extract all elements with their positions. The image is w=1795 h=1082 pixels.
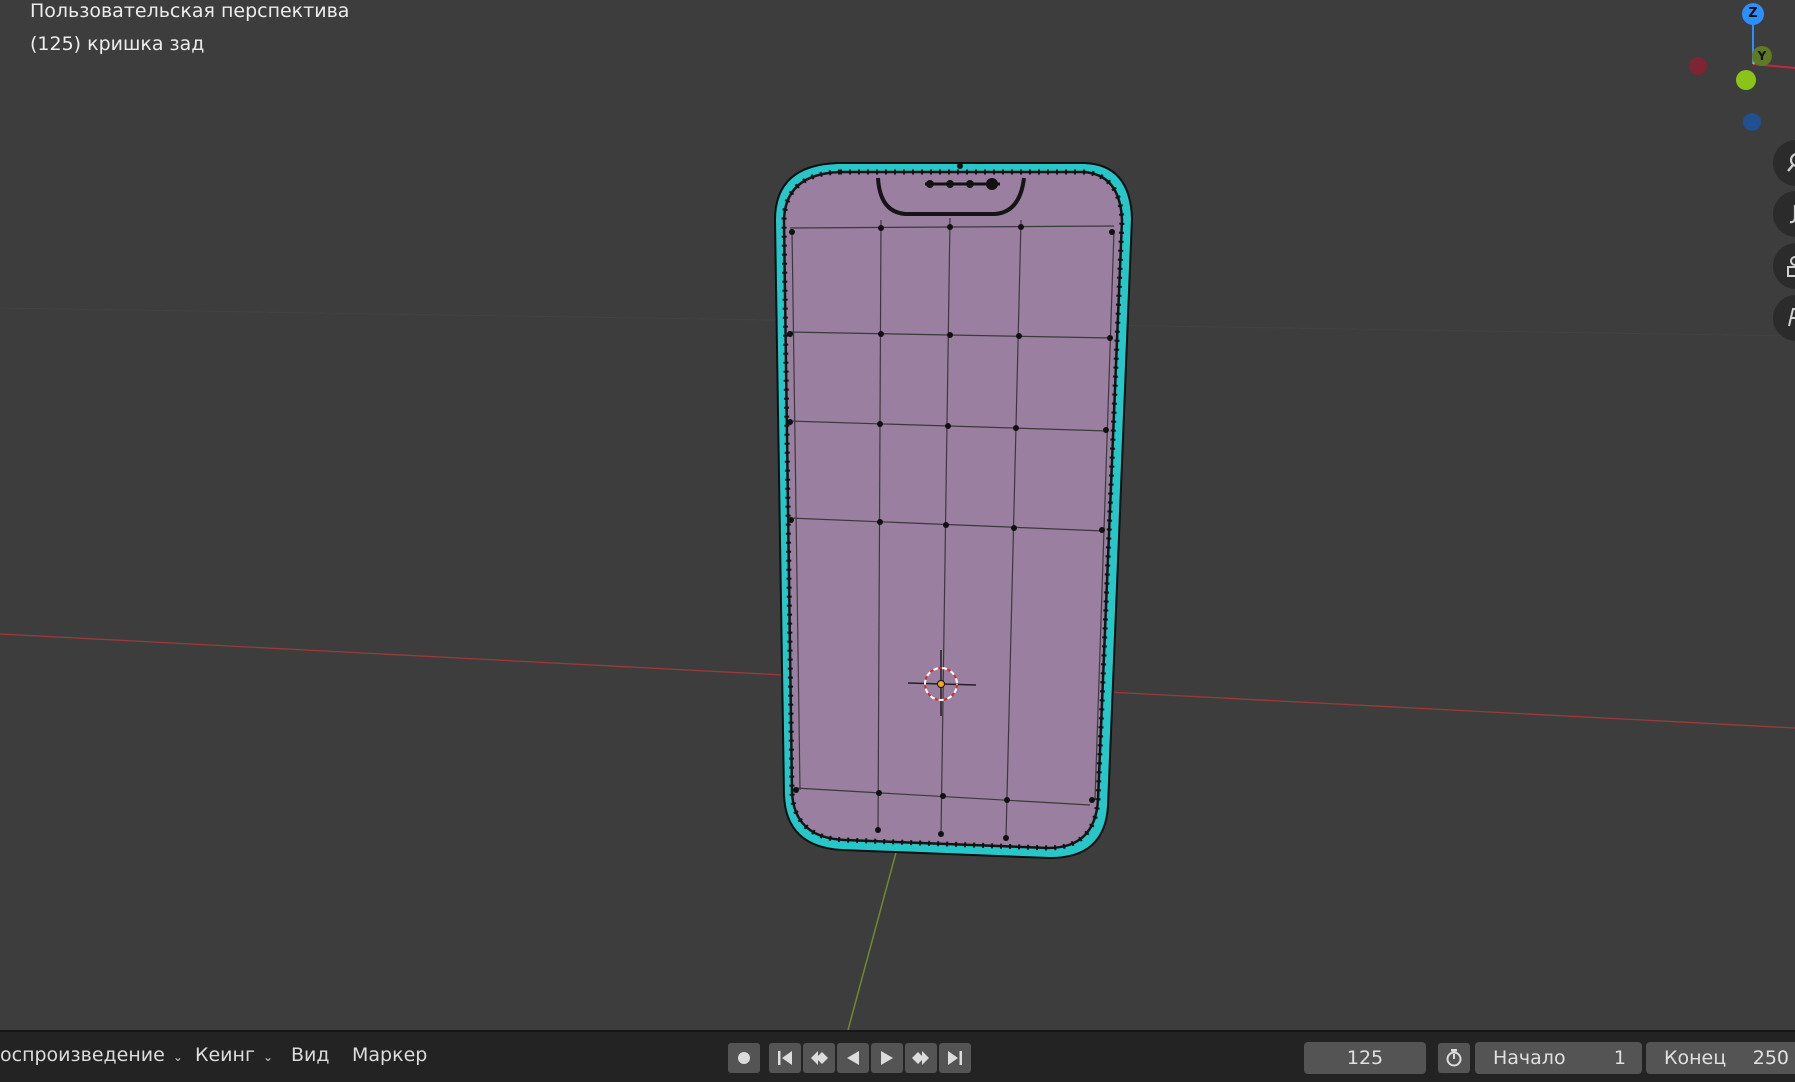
gizmo-neg-x-axis[interactable] bbox=[1689, 57, 1707, 75]
chevron-down-icon: ⌄ bbox=[262, 1050, 273, 1064]
zoom-icon bbox=[1787, 153, 1795, 172]
start-frame-field[interactable]: Начало 1 bbox=[1475, 1042, 1642, 1074]
playback-menu[interactable]: оспроизведение ⌄ bbox=[0, 1044, 183, 1066]
keying-menu-label: Кеинг bbox=[195, 1044, 255, 1066]
marker-menu-label: Маркер bbox=[352, 1044, 428, 1066]
jump-to-start-button[interactable] bbox=[769, 1043, 801, 1073]
view-menu[interactable]: Вид bbox=[291, 1044, 330, 1066]
play-reverse-icon bbox=[847, 1051, 859, 1065]
next-keyframe-icon bbox=[912, 1051, 929, 1065]
keying-menu[interactable]: Кеинг ⌄ bbox=[195, 1044, 273, 1066]
play-reverse-button[interactable] bbox=[837, 1043, 869, 1073]
active-object-label: (125) кришка зад bbox=[30, 33, 205, 55]
preview-range-toggle[interactable] bbox=[1438, 1043, 1470, 1073]
navigation-gizmo[interactable]: Z Y bbox=[1680, 0, 1795, 140]
gizmo-neg-y-axis[interactable] bbox=[1736, 70, 1756, 90]
end-frame-field[interactable]: Конец 250 bbox=[1646, 1042, 1795, 1074]
playback-menu-label: оспроизведение bbox=[0, 1044, 165, 1066]
jump-to-keyframe-next-button[interactable] bbox=[905, 1043, 937, 1073]
gizmo-neg-z-axis[interactable] bbox=[1743, 113, 1761, 131]
mesh-face bbox=[782, 170, 1124, 850]
gizmo-z-label: Z bbox=[1748, 6, 1758, 21]
jump-end-icon bbox=[948, 1051, 962, 1065]
view-menu-label: Вид bbox=[291, 1044, 330, 1066]
chevron-down-icon: ⌄ bbox=[172, 1050, 183, 1064]
end-frame-label: Конец bbox=[1664, 1047, 1727, 1069]
viewport-title: Пользовательская перспектива bbox=[30, 0, 350, 22]
play-icon bbox=[881, 1051, 893, 1065]
gizmo-y-label: Y bbox=[1757, 49, 1767, 63]
start-frame-value: 1 bbox=[1613, 1047, 1626, 1069]
start-frame-label: Начало bbox=[1493, 1047, 1566, 1069]
prev-keyframe-icon bbox=[811, 1051, 828, 1065]
marker-menu[interactable]: Маркер bbox=[352, 1044, 427, 1066]
current-frame-field[interactable]: 125 bbox=[1304, 1042, 1426, 1074]
timeline-header: оспроизведение ⌄ Кеинг ⌄ Вид Маркер 125 На… bbox=[0, 1030, 1795, 1082]
hand-pan-icon bbox=[1789, 205, 1795, 224]
phone-mesh[interactable] bbox=[773, 162, 1134, 860]
record-icon bbox=[738, 1052, 750, 1064]
stopwatch-icon bbox=[1446, 1049, 1462, 1067]
object-origin bbox=[937, 680, 945, 688]
3d-viewport[interactable]: Пользовательская перспектива (125) кришк… bbox=[0, 0, 1795, 1030]
play-button[interactable] bbox=[871, 1043, 903, 1073]
grid-ortho-icon bbox=[1788, 308, 1795, 327]
end-frame-value: 250 bbox=[1752, 1047, 1789, 1069]
scene-canvas[interactable] bbox=[0, 0, 1795, 1030]
current-frame-value: 125 bbox=[1346, 1047, 1384, 1069]
jump-to-end-button[interactable] bbox=[939, 1043, 971, 1073]
camera-icon bbox=[1787, 256, 1795, 277]
jump-to-keyframe-prev-button[interactable] bbox=[803, 1043, 835, 1073]
auto-keying-button[interactable] bbox=[728, 1043, 760, 1073]
jump-start-icon bbox=[778, 1051, 792, 1065]
